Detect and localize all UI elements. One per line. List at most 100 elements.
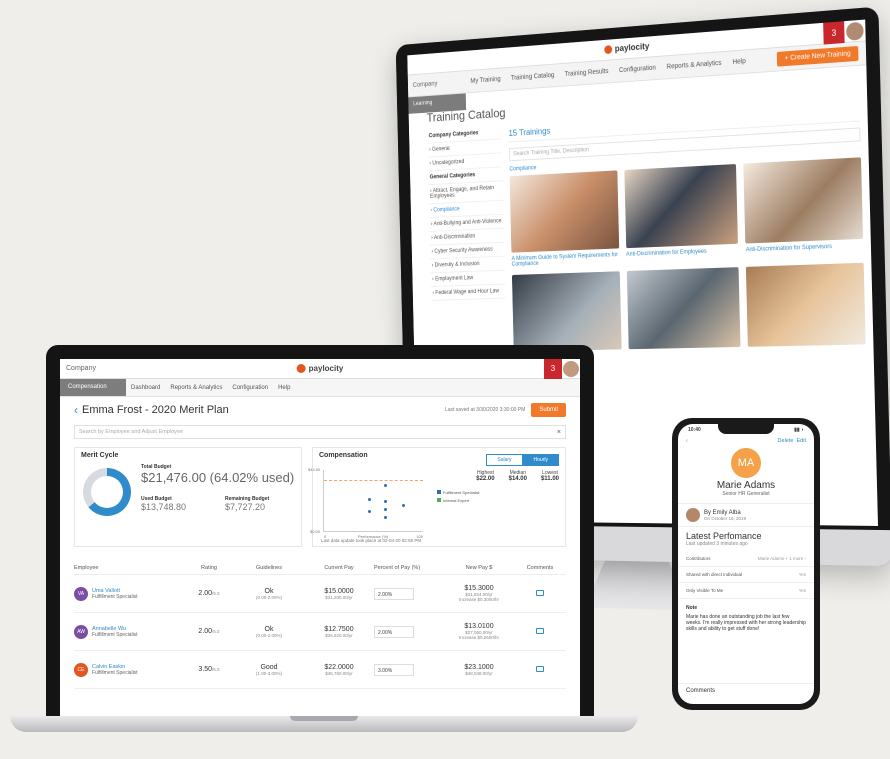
- performance-section: Latest Perfomance Last updated 3 minutes…: [678, 527, 814, 551]
- guideline-value: Good: [234, 664, 304, 671]
- merit-cycle-panel: Merit Cycle Total Budget $21,476.00 (64.0…: [74, 447, 302, 547]
- back-arrow-icon[interactable]: ‹: [74, 403, 78, 417]
- rating-cell: 2.00/5.0: [184, 628, 234, 635]
- col-employee[interactable]: Employee: [74, 565, 184, 571]
- last-update-text: Last data update took place at 02-04-20 …: [321, 538, 421, 543]
- create-training-button[interactable]: + Create New Training: [777, 46, 859, 67]
- nav-reports-analytics[interactable]: Reports & Analytics: [165, 385, 227, 391]
- category-item[interactable]: › Federal Wage and Hour Law: [431, 285, 506, 301]
- detail-row[interactable]: Shared with direct individual Yes: [678, 567, 814, 583]
- pay-stats: Highest $22.00 Median $14.00 Lowest $11.00: [476, 470, 559, 482]
- nav-help[interactable]: Help: [727, 58, 751, 67]
- data-point: [384, 508, 387, 511]
- back-icon[interactable]: ‹: [686, 438, 688, 444]
- search-input[interactable]: Search by Employee and Adjust Employee ×: [74, 425, 566, 439]
- detail-row[interactable]: Contributors Marie Adams + 1 more ›: [678, 551, 814, 567]
- module-label[interactable]: Compensation: [60, 379, 126, 396]
- percent-input[interactable]: 3.00%: [374, 664, 414, 676]
- training-image: [744, 157, 863, 243]
- percent-input[interactable]: 2.00%: [374, 626, 414, 638]
- nav-reports-analytics[interactable]: Reports & Analytics: [661, 60, 727, 72]
- notification-badge[interactable]: 3: [544, 359, 562, 379]
- new-pay: $23.1000: [444, 664, 514, 671]
- brand-name: paylocity: [309, 364, 344, 373]
- notification-badge[interactable]: 3: [823, 21, 844, 44]
- col-rating[interactable]: Rating: [184, 565, 234, 571]
- current-pay: $15.0000: [304, 588, 374, 595]
- logo-icon: [604, 45, 612, 54]
- nav-configuration[interactable]: Configuration: [227, 385, 273, 391]
- section-subtitle: Last updated 3 minutes ago: [686, 541, 806, 547]
- training-card[interactable]: [512, 271, 621, 355]
- training-card[interactable]: [746, 263, 866, 351]
- comment-icon[interactable]: [536, 628, 544, 634]
- brand-logo[interactable]: paylocity: [297, 364, 344, 373]
- percent-input[interactable]: 2.00%: [374, 588, 414, 600]
- avatar[interactable]: [563, 361, 579, 377]
- submit-button[interactable]: Submit: [531, 403, 566, 417]
- increase-text: Increase $0.3000/hr: [444, 597, 514, 602]
- comments-section[interactable]: Comments: [678, 683, 814, 698]
- legend-item: Fulfillment Specialist: [443, 490, 479, 495]
- table-row[interactable]: CE Calvin Easkin Fulfillment Specialist 3.5…: [74, 651, 566, 689]
- data-point: [368, 498, 371, 501]
- data-point: [384, 484, 387, 487]
- table-row[interactable]: AW Annabelle Wu Fulfillment Specialist 2.00…: [74, 613, 566, 651]
- current-pay-cell: $15.0000 $31,200.00/yr: [304, 588, 374, 600]
- table-header: Employee Rating Guidelines Current Pay P…: [74, 561, 566, 575]
- nav-configuration[interactable]: Configuration: [614, 64, 662, 74]
- employee-cell[interactable]: CE Calvin Easkin Fulfillment Specialist: [74, 663, 184, 677]
- new-pay-cell: $23.1000 $48,048.00/yr: [444, 664, 514, 676]
- employee-name: Marie Adams: [678, 480, 814, 491]
- comment-icon[interactable]: [536, 590, 544, 596]
- training-card[interactable]: Anti-Discrimination for Employees: [624, 164, 739, 263]
- guideline-value: Ok: [234, 626, 304, 633]
- training-title[interactable]: A Minimum Guide to System Requirements f…: [512, 252, 620, 267]
- comment-icon[interactable]: [536, 666, 544, 672]
- tab-hourly[interactable]: Hourly: [523, 454, 559, 466]
- edit-button[interactable]: Edit: [797, 438, 806, 444]
- col-new-pay[interactable]: New Pay $: [444, 565, 514, 571]
- avatar[interactable]: [846, 22, 864, 41]
- training-card[interactable]: Anti-Discrimination for Supervisors: [744, 157, 864, 259]
- rating-max: /5.0: [212, 629, 220, 634]
- training-image: [510, 170, 619, 252]
- nav-help[interactable]: Help: [273, 385, 295, 391]
- training-image: [512, 271, 621, 351]
- detail-label: Contributors: [686, 556, 711, 561]
- training-title[interactable]: Anti-Discrimination for Employees: [626, 248, 738, 258]
- current-pay-annual: $31,200.00/yr: [304, 595, 374, 600]
- comments-cell[interactable]: [514, 628, 566, 636]
- brand-logo[interactable]: paylocity: [604, 41, 649, 54]
- col-comments[interactable]: Comments: [514, 565, 566, 571]
- nav-training-catalog[interactable]: Training Catalog: [506, 72, 560, 82]
- col-current-pay[interactable]: Current Pay: [304, 565, 374, 571]
- comments-cell[interactable]: [514, 590, 566, 598]
- detail-value: Yes: [799, 572, 806, 577]
- employee-cell[interactable]: AW Annabelle Wu Fulfillment Specialist: [74, 625, 184, 639]
- phone-screen: 10:40 ▮▮ ◗ ‹ Delete Edit MA Marie Adams S…: [678, 424, 814, 704]
- training-card[interactable]: A Minimum Guide to System Requirements f…: [510, 170, 620, 267]
- delete-button[interactable]: Delete: [778, 438, 794, 444]
- data-point: [384, 500, 387, 503]
- table-row[interactable]: VA Uma Vallott Fulfillment Specialist 2.00/…: [74, 575, 566, 613]
- highest-line: [324, 480, 423, 481]
- employee-role: Fulfillment Specialist: [92, 594, 138, 600]
- current-pay-annual: $26,520.00/yr: [304, 633, 374, 638]
- clock: 10:40: [688, 427, 701, 433]
- close-icon[interactable]: ×: [557, 429, 561, 435]
- comments-cell[interactable]: [514, 666, 566, 674]
- laptop: Company paylocity 3 Compensation Dashboa…: [46, 345, 594, 717]
- training-title[interactable]: Anti-Discrimination for Supervisors: [746, 243, 864, 253]
- employee-cell[interactable]: VA Uma Vallott Fulfillment Specialist: [74, 587, 184, 601]
- nav-training-results[interactable]: Training Results: [559, 68, 613, 79]
- detail-row[interactable]: Only Visible To Me Yes: [678, 583, 814, 599]
- col-guidelines[interactable]: Guidelines: [234, 565, 304, 571]
- col-percent[interactable]: Percent of Pay (%): [374, 565, 444, 571]
- detail-label: Shared with direct individual: [686, 572, 742, 577]
- nav-dashboard[interactable]: Dashboard: [126, 385, 165, 391]
- training-card[interactable]: [627, 267, 741, 353]
- category-list: Company Categories › General › Uncategor…: [427, 125, 507, 357]
- nav-my-training[interactable]: My Training: [465, 76, 505, 85]
- tab-salary[interactable]: Salary: [486, 454, 522, 466]
